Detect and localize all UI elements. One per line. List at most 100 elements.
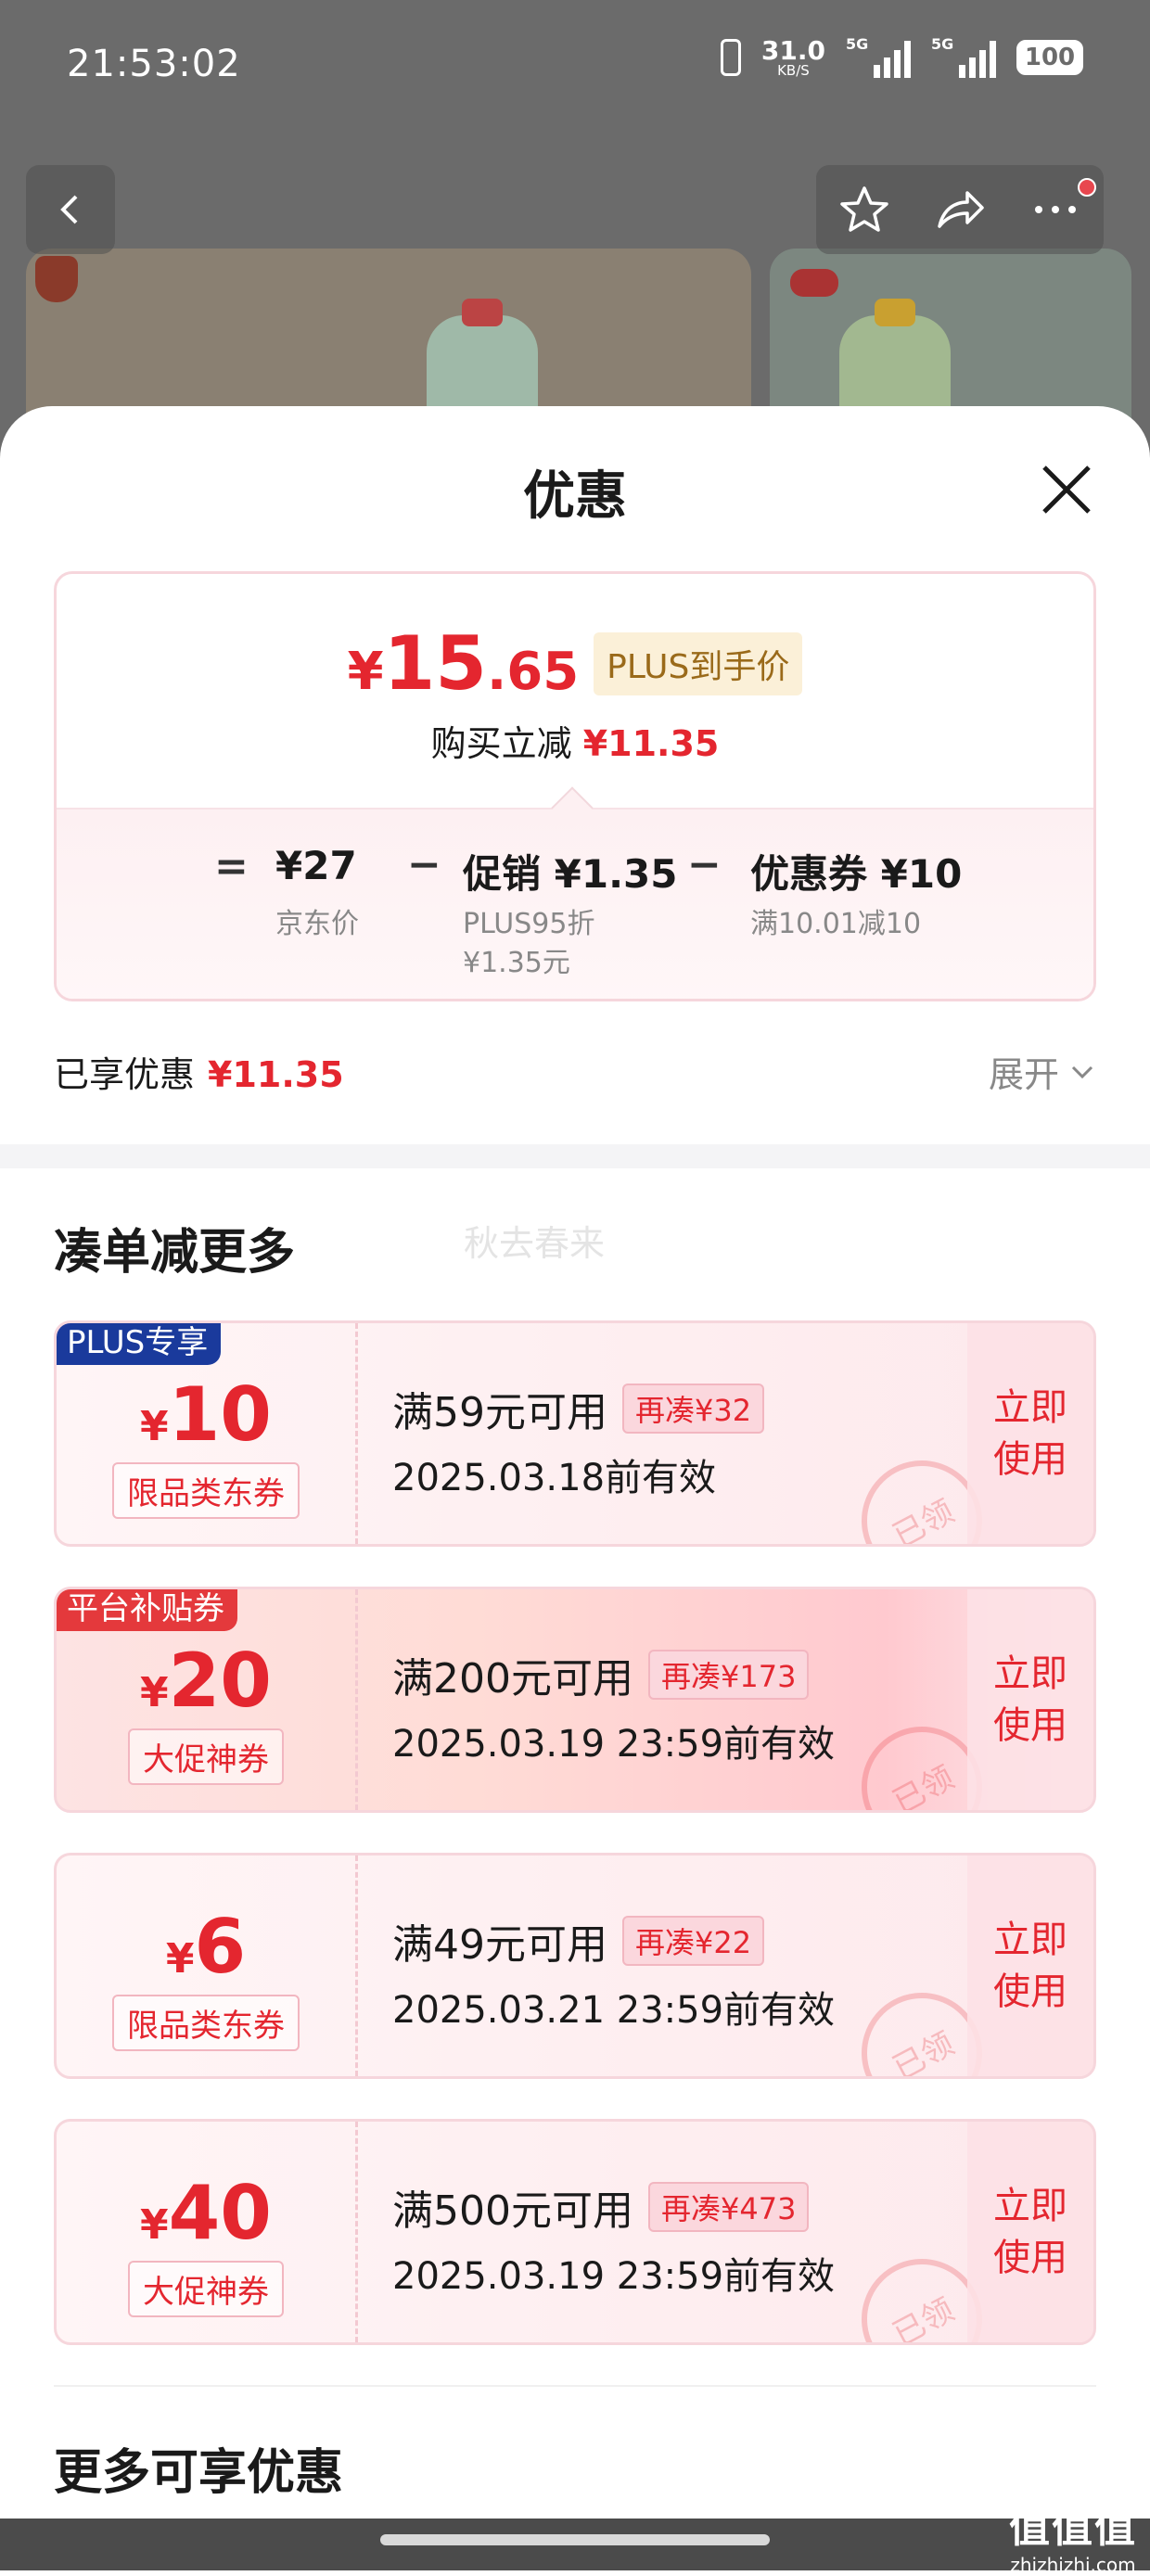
reduce-amount: ¥11.35	[582, 723, 720, 764]
home-indicator[interactable]	[380, 2534, 770, 2545]
notification-dot	[1078, 178, 1096, 197]
coupon-card: ¥40 大促神券 满500元可用 再凑¥473 2025.03.19 23:59前…	[54, 2119, 1096, 2345]
coupon-need-more: 再凑¥173	[647, 1650, 810, 1700]
coupon-validity: 2025.03.19 23:59前有效	[392, 1723, 836, 1766]
coupon-value-area: ¥6 限品类东券	[57, 1855, 355, 2076]
coupon-perforation	[355, 1855, 358, 2076]
coupon-condition: 满200元可用	[392, 1655, 633, 1702]
enjoyed-label: 已享优惠	[54, 1054, 196, 1095]
enjoyed-amount: ¥11.35	[208, 1054, 344, 1095]
price-decimal: .65	[486, 642, 580, 702]
coupon-need-more: 再凑¥473	[647, 2182, 810, 2232]
promo-note: PLUS95折	[463, 908, 595, 940]
coupon-note: 满10.01减10	[750, 908, 922, 940]
section-divider	[0, 1144, 1150, 1168]
share-button[interactable]	[927, 177, 992, 242]
coupon-badge: 平台补贴券	[57, 1589, 237, 1631]
use-coupon-label: 立即 使用	[993, 1919, 1067, 2013]
promo-amount: 促销 ¥1.35	[463, 851, 678, 897]
coupon-card: ¥10 限品类东券 PLUS专享 满59元可用 再凑¥32 2025.03.18前…	[54, 1320, 1096, 1547]
close-icon	[1042, 465, 1091, 514]
coupon-currency: ¥	[165, 1935, 195, 1983]
expand-button[interactable]: 展开	[989, 1046, 1096, 1097]
promo-note: ¥1.35元	[463, 947, 570, 979]
coupon-perforation	[355, 1589, 358, 1810]
network-speed-unit: KB/S	[777, 61, 810, 79]
coupon-condition: 满49元可用	[392, 1921, 607, 1969]
coupon-amount: 6	[194, 1904, 247, 1990]
site-watermark: 值值值 zhizhizhi.com	[1009, 2494, 1137, 2576]
sheet-title: 优惠	[523, 466, 627, 527]
more-icon	[1035, 206, 1077, 213]
equals-sign: =	[214, 843, 249, 890]
star-icon	[839, 186, 888, 232]
close-button[interactable]	[1037, 460, 1096, 519]
price-breakdown: = ¥27 京东价 − 促销 ¥1.35 PLUS95折 ¥1.35元 − 优惠…	[57, 786, 1093, 999]
final-price: ¥ 15 .65	[348, 620, 580, 707]
price-currency: ¥	[347, 642, 384, 702]
signal-icon: 5G	[931, 35, 996, 78]
share-icon	[938, 191, 984, 228]
signal-label: 5G	[846, 35, 869, 53]
coupon-value: ¥6	[57, 1904, 355, 1990]
favorite-button[interactable]	[832, 177, 897, 242]
price-summary-card: ¥ 15 .65 PLUS到手价 购买立减 ¥11.35 = ¥27 京东价 − …	[54, 571, 1096, 1001]
brand-logo-small	[790, 269, 838, 297]
coupon-validity: 2025.03.18前有效	[392, 1457, 717, 1499]
use-coupon-button[interactable]: 立即 使用	[967, 1323, 1093, 1544]
coupon-value: ¥40	[57, 2170, 355, 2256]
watermark-text: 秋去春来	[464, 1223, 606, 1264]
instant-reduce: 购买立减 ¥11.35	[57, 715, 1093, 766]
status-bar: 21:53:02 31.0 KB/S 5G 5G 100	[0, 0, 1150, 139]
status-time: 21:53:02	[67, 43, 241, 85]
coupon-type: 大促神券	[128, 2261, 284, 2317]
coupon-condition: 满59元可用	[392, 1389, 607, 1436]
use-coupon-button[interactable]: 立即 使用	[967, 2122, 1093, 2342]
section-title-more-offers: 更多可享优惠	[54, 2445, 344, 2501]
coupon-amount: 40	[168, 2170, 272, 2256]
coupon-value-area: ¥40 大促神券	[57, 2122, 355, 2342]
discount-sheet: 优惠 ¥ 15 .65 PLUS到手价 购买立减 ¥11.35 = ¥27 京东价	[0, 406, 1150, 2570]
signal-icon: 5G	[846, 35, 911, 78]
coupon-type: 限品类东券	[112, 1995, 300, 2051]
coupon-perforation	[355, 1323, 358, 1544]
coupon-card: ¥6 限品类东券 满49元可用 再凑¥22 2025.03.21 23:59前有效…	[54, 1853, 1096, 2079]
coupon-value: ¥20	[57, 1638, 355, 1724]
coupon-currency: ¥	[140, 1669, 169, 1716]
section-title-bundle: 凑单减更多	[54, 1225, 296, 1281]
chevron-down-icon	[1071, 1065, 1093, 1078]
use-coupon-button[interactable]: 立即 使用	[967, 1589, 1093, 1810]
coupon-condition: 满500元可用	[392, 2187, 633, 2235]
price-integer: 15	[383, 620, 487, 707]
enjoyed-discount: 已享优惠 ¥11.35	[54, 1046, 344, 1097]
jd-price-label: 京东价	[275, 908, 359, 940]
network-speed-value: 31.0	[760, 34, 825, 66]
signal-label: 5G	[931, 35, 954, 53]
coupon-amount: 10	[168, 1371, 272, 1458]
brand-logo	[35, 256, 78, 302]
battery-icon: 100	[1016, 40, 1083, 75]
site-watermark-logo: 值值值	[1009, 2505, 1137, 2552]
coupon-currency: ¥	[140, 1403, 169, 1450]
section-separator	[54, 2385, 1096, 2387]
coupon-validity: 2025.03.21 23:59前有效	[392, 1989, 836, 2032]
coupon-amount: 20	[168, 1638, 272, 1724]
coupon-currency: ¥	[140, 2201, 169, 2249]
coupon-amount: 优惠券 ¥10	[750, 851, 963, 897]
chevron-left-icon	[60, 195, 78, 224]
minus-sign: −	[687, 841, 722, 888]
top-action-group	[816, 165, 1104, 254]
network-speed: 31.0 KB/S	[760, 34, 825, 79]
jd-price: ¥27	[275, 843, 357, 888]
coupon-type: 限品类东券	[112, 1462, 300, 1519]
reduce-label: 购买立减	[430, 723, 572, 764]
coupon-value: ¥10	[57, 1371, 355, 1458]
back-button[interactable]	[26, 165, 115, 254]
use-coupon-label: 立即 使用	[993, 2185, 1067, 2279]
coupon-badge: PLUS专享	[57, 1323, 222, 1365]
coupon-type: 大促神券	[128, 1728, 284, 1785]
coupon-need-more: 再凑¥22	[622, 1916, 765, 1966]
vibrate-icon	[720, 39, 741, 76]
use-coupon-button[interactable]: 立即 使用	[967, 1855, 1093, 2076]
use-coupon-label: 立即 使用	[993, 1652, 1067, 1747]
